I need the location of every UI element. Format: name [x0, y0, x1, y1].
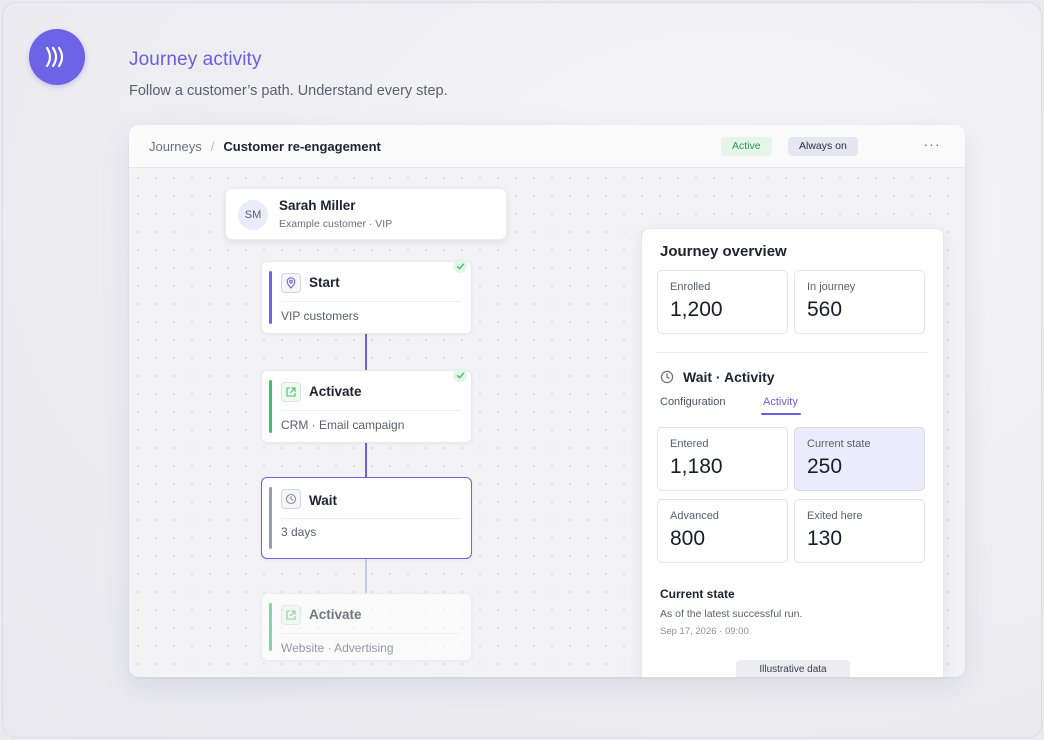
- current-state-description: As of the latest successful run.: [660, 608, 803, 620]
- step-title: Wait: [309, 493, 337, 508]
- mode-badge: Always on: [788, 137, 858, 156]
- journey-overview-panel: Journey overview Enrolled 1,200 In journ…: [641, 228, 944, 677]
- external-link-icon: [281, 382, 301, 402]
- customer-subtitle: Example customer · VIP: [279, 218, 393, 230]
- step-activate-website[interactable]: Activate Website · Advertising: [261, 593, 472, 661]
- step-activate-crm[interactable]: Activate CRM · Email campaign: [261, 368, 472, 443]
- step-start[interactable]: Start VIP customers: [261, 259, 472, 334]
- step-accent-bar: [269, 380, 272, 433]
- stat-value: 1,200: [670, 298, 723, 321]
- active-tab-indicator: [761, 413, 801, 415]
- clock-icon: [660, 370, 674, 384]
- card-header: Journeys / Customer re-engagement Active…: [129, 125, 965, 168]
- clock-icon: [281, 489, 301, 509]
- step-divider: [281, 410, 461, 411]
- stat-entered: Entered 1,180: [657, 427, 788, 491]
- external-link-icon: [281, 605, 301, 625]
- check-icon: [453, 368, 467, 382]
- illustrative-data-badge: Illustrative data: [736, 660, 850, 677]
- step-subtitle: Website · Advertising: [281, 641, 394, 655]
- app-frame: Journey activity Follow a customer’s pat…: [2, 2, 1042, 738]
- stat-in-journey: In journey 560: [794, 270, 925, 334]
- step-subtitle: VIP customers: [281, 309, 359, 323]
- status-badge: Active: [721, 137, 772, 156]
- current-state-timestamp: Sep 17, 2026 · 09:00: [660, 626, 749, 637]
- stat-exited-here: Exited here 130: [794, 499, 925, 563]
- step-divider: [281, 518, 461, 519]
- step-accent-bar: [269, 603, 272, 651]
- brand-logo: [29, 29, 85, 85]
- tab-activity[interactable]: Activity: [763, 396, 798, 408]
- stat-label: Current state: [807, 438, 871, 450]
- step-title: Activate: [309, 384, 362, 399]
- step-subtitle: CRM · Email campaign: [281, 418, 405, 432]
- stat-value: 250: [807, 455, 843, 478]
- customer-name: Sarah Miller: [279, 198, 356, 213]
- connector-line: [365, 334, 367, 370]
- tab-configuration[interactable]: Configuration: [660, 396, 725, 408]
- step-activity-title: Wait · Activity: [683, 369, 775, 385]
- sound-waves-icon: [45, 46, 64, 68]
- panel-divider: [657, 352, 928, 353]
- stat-label: Entered: [670, 438, 709, 450]
- page-subtitle: Follow a customer’s path. Understand eve…: [129, 83, 448, 99]
- customer-card[interactable]: SM Sarah Miller Example customer · VIP: [225, 188, 507, 240]
- step-divider: [281, 301, 461, 302]
- stat-current-state[interactable]: Current state 250: [794, 427, 925, 491]
- more-options-button[interactable]: ···: [923, 137, 941, 155]
- step-subtitle: 3 days: [281, 525, 317, 539]
- connector-line: [365, 559, 367, 593]
- current-state-title: Current state: [660, 587, 735, 601]
- stat-advanced: Advanced 800: [657, 499, 788, 563]
- connector-line: [365, 443, 367, 477]
- step-title: Activate: [309, 607, 362, 622]
- step-title: Start: [309, 275, 340, 290]
- avatar: SM: [238, 200, 268, 230]
- breadcrumb-journeys-link[interactable]: Journeys: [149, 139, 202, 154]
- stat-value: 130: [807, 527, 843, 550]
- step-wait[interactable]: Wait 3 days: [261, 477, 472, 559]
- stat-value: 560: [807, 298, 843, 321]
- breadcrumb-separator: /: [210, 138, 215, 154]
- page-title: Journey activity: [129, 49, 262, 70]
- stat-value: 1,180: [670, 455, 723, 478]
- panel-title: Journey overview: [660, 243, 787, 260]
- step-divider: [281, 633, 461, 634]
- stat-label: In journey: [807, 281, 856, 293]
- stat-enrolled: Enrolled 1,200: [657, 270, 788, 334]
- breadcrumb-current: Customer re-engagement: [223, 138, 381, 154]
- journey-card: Journeys / Customer re-engagement Active…: [129, 125, 965, 677]
- check-icon: [453, 259, 467, 273]
- location-pin-icon: [281, 273, 301, 293]
- stat-label: Exited here: [807, 510, 863, 522]
- journey-canvas: SM Sarah Miller Example customer · VIP S…: [129, 169, 965, 677]
- stat-label: Enrolled: [670, 281, 711, 293]
- step-accent-bar: [269, 271, 272, 324]
- stat-label: Advanced: [670, 510, 719, 522]
- step-accent-bar: [269, 487, 272, 549]
- stat-value: 800: [670, 527, 706, 550]
